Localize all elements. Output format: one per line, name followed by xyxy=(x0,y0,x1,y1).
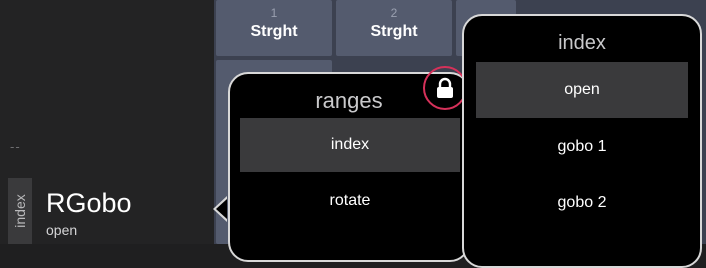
ranges-popup-pointer-inner xyxy=(216,199,227,219)
left-panel: -- index RGobo open xyxy=(0,0,214,244)
dashes-indicator: -- xyxy=(10,139,21,154)
index-item-gobo-1[interactable]: gobo 1 xyxy=(476,120,688,174)
parameter-name: RGobo xyxy=(46,188,132,218)
index-popup: index open gobo 1 gobo 2 xyxy=(462,14,702,268)
grid-cell-label: Strght xyxy=(250,23,298,40)
ranges-item-rotate[interactable]: rotate xyxy=(240,176,460,226)
lock-icon[interactable] xyxy=(423,66,467,110)
grid-cell-number: 2 xyxy=(390,6,398,20)
grid-cell-label: Strght xyxy=(370,23,418,40)
lock-icon-glyph xyxy=(437,77,453,98)
parameter-value: open xyxy=(46,222,78,238)
grid-cell-1[interactable]: 1 Strght xyxy=(216,0,332,56)
ranges-item-index[interactable]: index xyxy=(240,118,460,172)
index-title: index xyxy=(558,32,606,54)
grid-cell-2[interactable]: 2 Strght xyxy=(336,0,452,56)
index-item-gobo-2[interactable]: gobo 2 xyxy=(476,176,688,230)
index-item-open[interactable]: open xyxy=(476,62,688,118)
index-tab[interactable]: index xyxy=(8,178,32,244)
index-tab-label: index xyxy=(12,194,28,228)
grid-cell-number: 1 xyxy=(270,6,278,20)
